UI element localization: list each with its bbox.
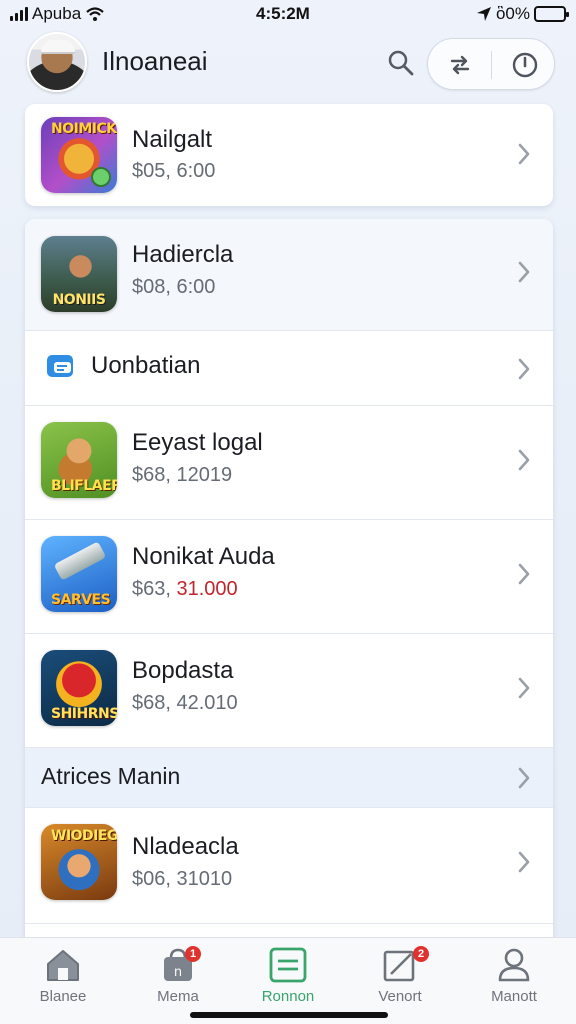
svg-text:n: n [174, 965, 182, 980]
list-item[interactable]: NONIIS Hadiercla $08, 6:00 [25, 219, 553, 331]
chevron-right-icon [518, 358, 530, 380]
tab-label: Mema [157, 988, 199, 1005]
chevron-right-icon [518, 143, 530, 165]
app-icon: SARVES [41, 536, 117, 612]
share-icon[interactable] [446, 51, 474, 79]
row-label: Uonbatian [91, 352, 201, 379]
list-icon [269, 947, 307, 983]
app-icon: SHIHRNS [41, 650, 117, 726]
list-item[interactable]: BLIFLAER Eeyast logal $68, 12019 [25, 406, 553, 520]
app-name: Nladeacla [132, 833, 239, 860]
battery-percent: ὃ0% [495, 4, 530, 23]
signal-icon [10, 7, 28, 21]
search-icon[interactable] [386, 48, 416, 78]
price-prefix: $63, [132, 578, 177, 600]
app-price: $05, 6:00 [132, 160, 216, 182]
chevron-right-icon [518, 449, 530, 471]
app-price: $68, 12019 [132, 464, 233, 486]
status-bar: Apuba 4:5:2M ὃ0% [0, 0, 576, 30]
page-title: Ilnoaneai [102, 46, 208, 76]
chevron-right-icon [518, 261, 530, 283]
wifi-icon [86, 7, 104, 21]
app-icon: WIODIEG [41, 824, 117, 900]
tab-manott[interactable]: Manott [464, 946, 564, 1016]
tab-label: Manott [491, 988, 537, 1005]
cannon-icon [53, 541, 107, 581]
app-icon-label: BLIFLAER [51, 478, 117, 494]
list-item[interactable]: SARVES Nonikat Auda $63, 31.000 [25, 520, 553, 634]
avatar[interactable] [27, 32, 87, 92]
gem-icon [91, 167, 111, 187]
section-label: Atrices Manin [41, 763, 181, 789]
chevron-right-icon [518, 767, 530, 789]
header-action-pill [427, 38, 555, 90]
header: Ilnoaneai [0, 30, 576, 98]
app-icon-label: SARVES [51, 592, 111, 608]
list-item[interactable]: WIODIEG Nladeacla $06, 31010 [25, 808, 553, 924]
app-name: Eeyast logal [132, 429, 263, 456]
status-right: ὃ0% [476, 4, 569, 24]
tab-bar: Blanee n 1 Mema Ronnon 2 Venort Manott [0, 937, 576, 1024]
app-icon-label: NOIMICK [51, 121, 117, 137]
tab-home[interactable]: Blanee [13, 946, 113, 1016]
tab-label: Venort [378, 988, 422, 1005]
chevron-right-icon [518, 851, 530, 873]
power-icon[interactable] [510, 50, 540, 80]
app-price: $68, 42.010 [132, 692, 238, 714]
app-list-card: NONIIS Hadiercla $08, 6:00 Uonbatian BLI… [25, 219, 553, 949]
app-price: $63, 31.000 [132, 578, 238, 601]
tab-venort[interactable]: 2 Venort [350, 946, 450, 1016]
tab-ronnon[interactable]: Ronnon [238, 946, 338, 1016]
user-icon [498, 948, 530, 982]
app-name: Hadiercla [132, 241, 234, 268]
app-icon-label: NONIIS [52, 292, 106, 308]
chevron-right-icon [518, 677, 530, 699]
featured-card[interactable]: NOIMICK Nailgalt $05, 6:00 [25, 104, 553, 206]
tab-label: Ronnon [261, 988, 315, 1005]
app-price: $08, 6:00 [132, 276, 216, 298]
pill-divider [491, 51, 492, 79]
app-name: Nailgalt [132, 126, 213, 153]
app-icon-label: WIODIEG [51, 828, 117, 844]
home-indicator [190, 1012, 388, 1018]
battery-icon [534, 6, 569, 22]
location-icon [476, 7, 491, 21]
app-icon: NOIMICK [41, 117, 117, 193]
app-price: $06, 31010 [132, 868, 233, 890]
notification-badge: 1 [185, 946, 201, 962]
message-icon [47, 355, 73, 377]
carrier-name: Apuba [32, 4, 82, 23]
status-time: 4:5:2M [256, 4, 310, 23]
list-item-plain[interactable]: Uonbatian [25, 331, 553, 406]
app-icon: BLIFLAER [41, 422, 117, 498]
chevron-right-icon [518, 563, 530, 585]
app-icon: NONIIS [41, 236, 117, 312]
app-name: Bopdasta [132, 657, 234, 684]
tab-mema[interactable]: n 1 Mema [128, 946, 228, 1016]
list-item[interactable]: SHIHRNS Bopdasta $68, 42.010 [25, 634, 553, 748]
price-highlight: 31.000 [176, 578, 238, 600]
home-icon [47, 950, 79, 981]
tab-label: Blanee [39, 988, 87, 1005]
app-icon-label: SHIHRNS [51, 706, 117, 722]
avatar-cap [41, 40, 75, 54]
status-left: Apuba [10, 4, 105, 24]
app-name: Nonikat Auda [132, 543, 275, 570]
section-header-row[interactable]: Atrices Manin [25, 748, 553, 808]
featured-row[interactable]: NOIMICK Nailgalt $05, 6:00 [25, 104, 553, 206]
notification-badge: 2 [413, 946, 429, 962]
